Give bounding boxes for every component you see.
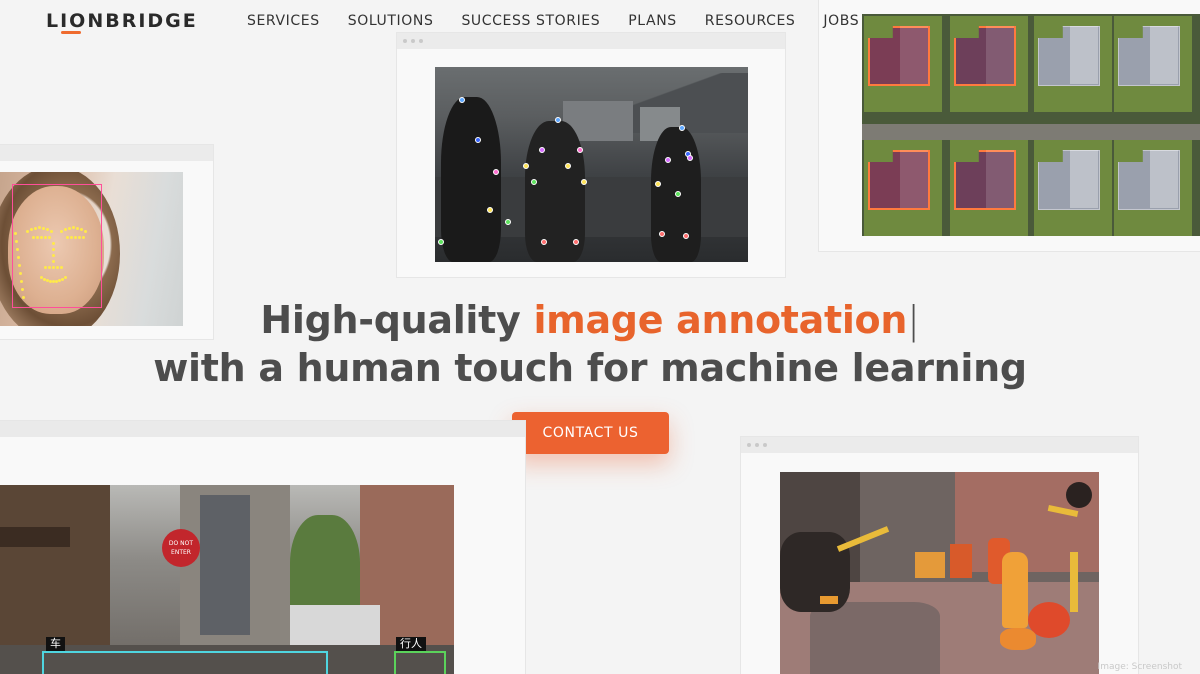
face-landmark-point — [80, 228, 83, 231]
face-landmark-point — [56, 266, 59, 269]
pose-keypoint — [505, 219, 511, 225]
face-landmark-point — [52, 242, 55, 245]
headline-line2: with a human touch for machine learning — [153, 346, 1027, 390]
pose-keypoint — [687, 155, 693, 161]
face-landmark-point — [72, 226, 75, 229]
face-landmark-point — [42, 226, 45, 230]
face-bounding-box — [12, 184, 102, 308]
face-landmark-point — [48, 236, 51, 239]
pose-keypoint — [679, 125, 685, 131]
kitchen-segmentation-image — [780, 472, 1099, 674]
street-scene-image: DO NOT ENTER 车 行人 — [0, 485, 454, 674]
face-landmark-point — [52, 266, 55, 269]
pose-keypoint — [683, 233, 689, 239]
nav-item-services[interactable]: SERVICES — [247, 13, 320, 29]
face-landmark-point — [52, 254, 55, 257]
pose-keypoint — [475, 137, 481, 143]
house-roof-shade — [986, 150, 1014, 208]
pose-keypoint — [565, 163, 571, 169]
face-landmark-point — [44, 266, 47, 269]
nav-item-resources[interactable]: RESOURCES — [705, 13, 796, 29]
face-landmark-point — [82, 236, 85, 239]
logo[interactable]: LIONBRIDGE — [46, 10, 198, 32]
headline-prefix: High-quality — [260, 298, 534, 342]
face-landmark-point — [48, 266, 51, 269]
face-landmark-point — [18, 264, 21, 267]
nav-item-jobs[interactable]: JOBS — [823, 13, 859, 29]
face-landmark-point — [36, 236, 39, 239]
tag-pedestrian: 行人 — [396, 637, 426, 651]
face-landmark-point — [74, 236, 77, 239]
house-roof-shade — [900, 26, 928, 84]
face-landmark-point — [60, 266, 63, 269]
face-landmark-point — [15, 240, 18, 243]
face-landmark-point — [46, 228, 49, 231]
house-roof-shade — [986, 26, 1014, 84]
face-landmark-point — [64, 228, 67, 231]
house-roof-shade — [1070, 26, 1098, 84]
car-bounding-box — [42, 651, 328, 674]
main-nav: SERVICES SOLUTIONS SUCCESS STORIES PLANS… — [247, 13, 887, 29]
face-landmark-point — [26, 230, 29, 233]
face-landmark-point — [84, 230, 87, 233]
pose-keypoint — [539, 147, 545, 153]
face-landmark-point — [66, 236, 69, 239]
face-landmark-point — [32, 236, 35, 239]
image-credit: Image: Screenshot — [1097, 662, 1182, 672]
face-landmark-point — [52, 260, 55, 263]
face-landmark-point — [52, 248, 55, 251]
nav-item-plans[interactable]: PLANS — [628, 13, 677, 29]
pose-keypoint — [675, 191, 681, 197]
face-landmark-point — [21, 288, 24, 291]
pose-keypoint — [487, 207, 493, 213]
face-landmark-point — [20, 280, 23, 283]
pose-keypoint — [659, 231, 665, 237]
headline-cursor: | — [907, 298, 920, 342]
pose-keypoint — [577, 147, 583, 153]
face-landmark-point — [76, 226, 79, 230]
pedestrian-bounding-box — [394, 651, 446, 674]
face-landmark-point — [40, 236, 43, 239]
pose-keypoint — [573, 239, 579, 245]
nav-item-success-stories[interactable]: SUCCESS STORIES — [461, 13, 600, 29]
house-roof-shade — [1070, 150, 1098, 208]
pose-keypoint — [555, 117, 561, 123]
pose-keypoint — [438, 239, 444, 245]
pose-keypoint-image — [435, 67, 748, 262]
sign-text: DO NOT ENTER — [168, 540, 194, 556]
tag-car: 车 — [46, 637, 65, 651]
face-landmark-point — [78, 236, 81, 239]
pose-keypoint — [459, 97, 465, 103]
pose-keypoint — [531, 179, 537, 185]
pose-keypoint — [655, 181, 661, 187]
face-landmark-point — [17, 256, 20, 259]
pose-keypoint — [665, 157, 671, 163]
pose-keypoint — [493, 169, 499, 175]
house-roof-shade — [1150, 150, 1178, 208]
logo-accent — [61, 31, 81, 34]
face-landmark-point — [14, 232, 17, 235]
face-landmark-point — [44, 236, 47, 239]
face-landmark-point — [38, 226, 41, 229]
pose-keypoint — [541, 239, 547, 245]
face-landmark-point — [70, 236, 73, 239]
house-roof-shade — [900, 150, 928, 208]
face-landmark-point — [64, 276, 67, 279]
face-landmark-point — [19, 272, 22, 275]
do-not-enter-sign: DO NOT ENTER — [162, 529, 200, 567]
contact-us-button[interactable]: CONTACT US — [512, 412, 669, 454]
face-landmark-point — [30, 228, 33, 231]
face-landmark-point — [34, 226, 37, 230]
aerial-segmentation-image — [862, 14, 1200, 236]
hero-headline: High-quality image annotation| with a hu… — [0, 296, 1180, 392]
face-landmark-point — [50, 230, 53, 233]
house-roof-shade — [1150, 26, 1178, 84]
face-landmark-point — [60, 230, 63, 233]
nav-item-solutions[interactable]: SOLUTIONS — [348, 13, 434, 29]
pose-keypoint — [523, 163, 529, 169]
face-landmark-point — [16, 248, 19, 251]
headline-highlight: image annotation — [533, 298, 908, 342]
face-landmark-point — [68, 226, 71, 230]
pose-keypoint — [581, 179, 587, 185]
